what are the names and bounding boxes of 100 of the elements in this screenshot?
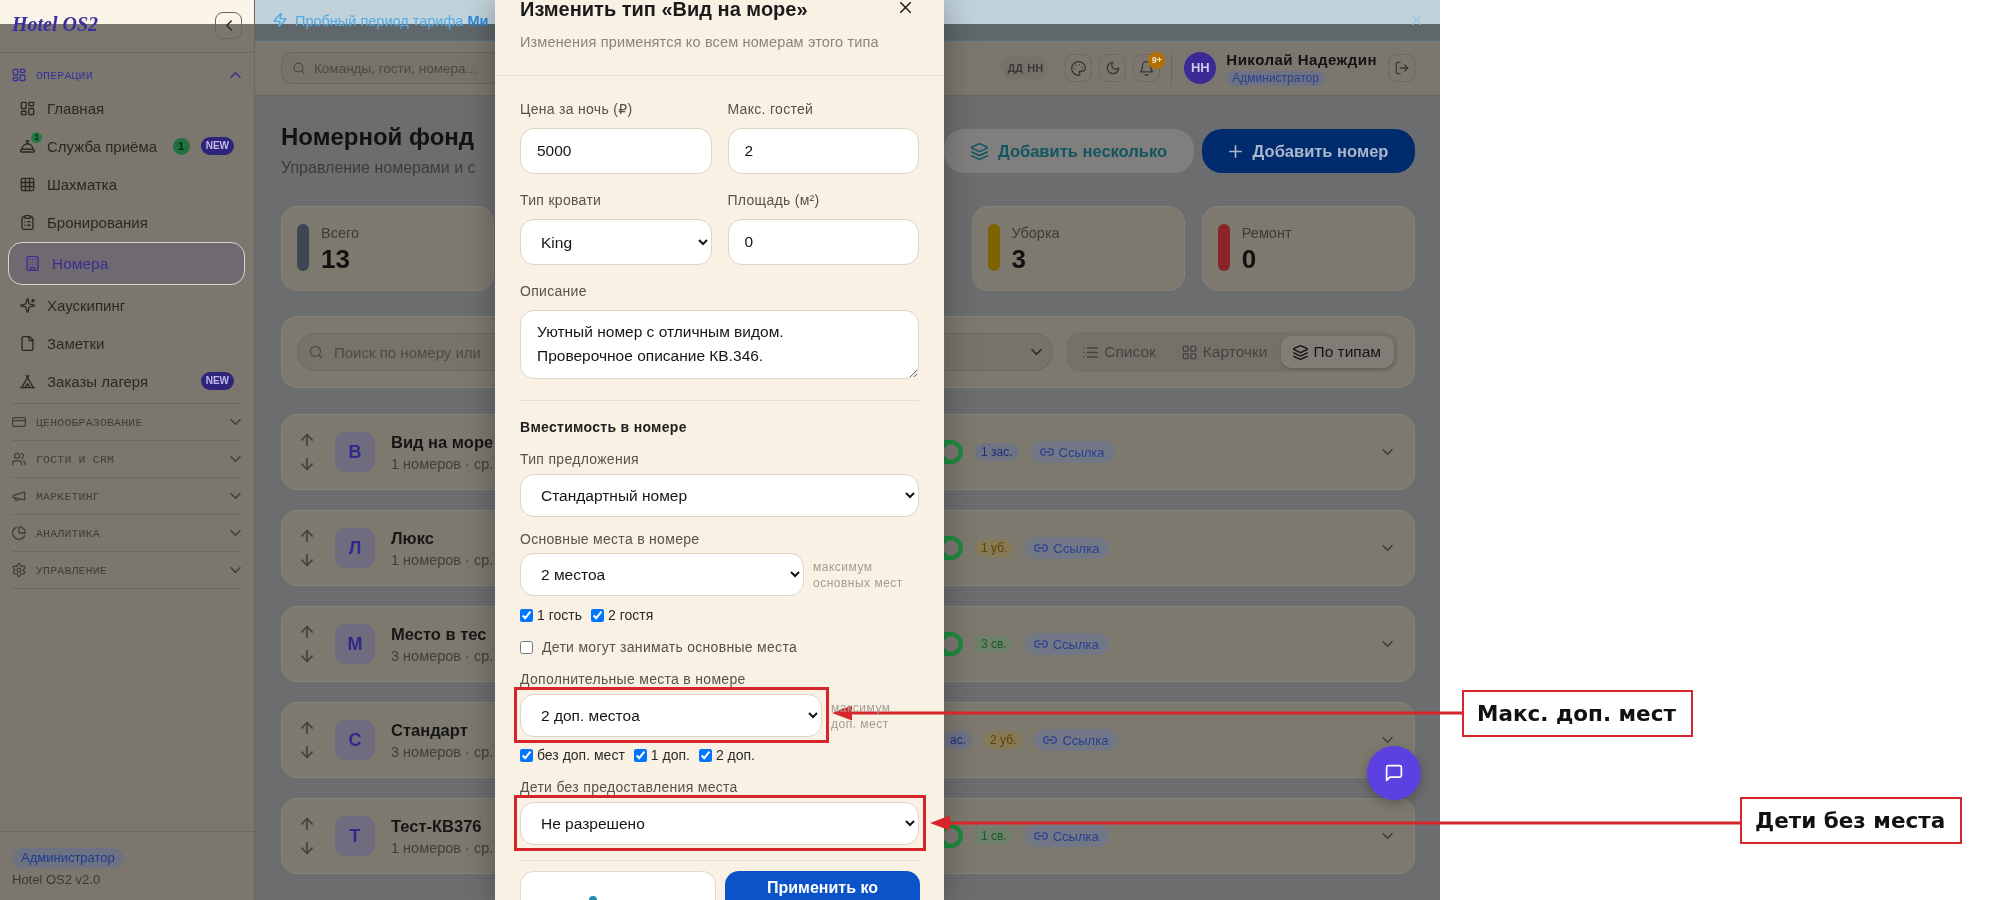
users-icon bbox=[12, 452, 26, 466]
letter-avatar: Т bbox=[335, 816, 375, 856]
room-type-name: Вид на море bbox=[391, 431, 494, 452]
nav-item[interactable]: Шахматка bbox=[8, 166, 245, 202]
megaphone-icon bbox=[12, 489, 26, 503]
chevron-down-icon bbox=[1031, 349, 1043, 355]
new-badge: NEW bbox=[200, 372, 234, 390]
add-room-button[interactable]: Добавить номер bbox=[1202, 129, 1415, 173]
room-type-name: Тест-КВ376 bbox=[391, 815, 483, 836]
nav-item[interactable]: Главная bbox=[8, 90, 245, 126]
tent-icon bbox=[20, 373, 35, 389]
arrow-down-icon[interactable] bbox=[301, 746, 313, 758]
field-label: Макс. гостей bbox=[727, 100, 814, 118]
chevron-down-icon bbox=[230, 567, 241, 573]
field-label: Основные места в номере bbox=[520, 530, 700, 548]
letter-avatar: Л bbox=[335, 528, 375, 568]
field-label: Дополнительные места в номере bbox=[520, 670, 746, 688]
link-icon bbox=[1033, 640, 1048, 648]
section-header[interactable]: ОПЕРАЦИИ bbox=[12, 61, 242, 89]
select-field[interactable]: Стандартный номер bbox=[520, 474, 919, 517]
checkbox[interactable] bbox=[520, 640, 533, 654]
field-label: Описание bbox=[520, 282, 587, 300]
checkbox[interactable] bbox=[633, 748, 647, 762]
section-header[interactable]: АНАЛИТИКА bbox=[12, 515, 242, 551]
link-button[interactable]: Ссылка bbox=[1034, 729, 1119, 751]
status-badge: 1 уб. bbox=[975, 539, 1014, 557]
search-icon bbox=[309, 345, 323, 359]
user-avatar[interactable]: НН bbox=[1184, 52, 1217, 84]
close-icon[interactable] bbox=[900, 2, 911, 13]
nav-item[interactable]: Заметки bbox=[8, 325, 245, 361]
logout-icon bbox=[1394, 61, 1409, 75]
link-button[interactable]: Ссылка bbox=[1024, 825, 1109, 847]
chevron-down-icon bbox=[230, 530, 241, 536]
chevron-down-icon[interactable] bbox=[1382, 449, 1393, 455]
input-field[interactable]: 2 bbox=[727, 128, 919, 174]
stat-label: Уборка bbox=[1011, 224, 1060, 242]
checkbox[interactable] bbox=[590, 608, 604, 622]
card-icon bbox=[12, 415, 26, 429]
nav-item[interactable]: Номера bbox=[8, 242, 245, 285]
link-icon bbox=[1039, 448, 1054, 456]
toggle-switch[interactable] bbox=[944, 440, 963, 464]
select-field[interactable]: 2 местоа bbox=[520, 553, 804, 596]
view-tab[interactable]: По типам bbox=[1280, 336, 1394, 368]
field-label: Цена за ночь (₽) bbox=[520, 100, 633, 118]
chevron-down-icon bbox=[230, 419, 241, 425]
settings-icon bbox=[12, 563, 26, 577]
checkbox-label: 2 доп. bbox=[715, 746, 755, 764]
nav-item[interactable]: Бронирования bbox=[8, 204, 245, 240]
select-field[interactable]: Не разрешено bbox=[520, 802, 919, 845]
plus-icon bbox=[1228, 144, 1242, 158]
chevron-down-icon[interactable] bbox=[1382, 545, 1393, 551]
chevron-down-icon[interactable] bbox=[1382, 641, 1393, 647]
collapse-button[interactable] bbox=[215, 12, 242, 39]
chevron-down-icon[interactable] bbox=[1382, 737, 1393, 743]
checkbox[interactable] bbox=[520, 608, 533, 622]
version-text: Hotel OS2 v2.0 bbox=[12, 872, 101, 888]
link-button[interactable]: Ссылка bbox=[1024, 633, 1109, 655]
role-badge: Администратор bbox=[12, 848, 124, 868]
checkbox[interactable] bbox=[698, 748, 712, 762]
logout-button[interactable] bbox=[1388, 54, 1415, 82]
select-field[interactable]: King bbox=[520, 219, 712, 265]
textarea-field[interactable]: Уютный номер с отличным видом. Проверочное описание КВ.346. bbox=[520, 310, 919, 379]
palette-icon bbox=[1071, 60, 1087, 76]
input-field[interactable]: 5000 bbox=[520, 128, 712, 174]
dark-mode-button[interactable] bbox=[1099, 54, 1127, 82]
toggle-switch[interactable] bbox=[944, 536, 963, 560]
chevron-left-icon bbox=[225, 20, 232, 31]
add-several-button[interactable]: Добавить несколько bbox=[944, 129, 1194, 173]
field-label: Площадь (м²) bbox=[727, 191, 820, 209]
section-header[interactable]: УПРАВЛЕНИЕ bbox=[12, 552, 242, 588]
chevron-down-icon[interactable] bbox=[1382, 833, 1393, 839]
arrow-down-icon[interactable] bbox=[301, 842, 313, 854]
link-button[interactable]: Ссылка bbox=[1030, 441, 1115, 463]
toggle-switch[interactable] bbox=[944, 632, 963, 656]
arrow-down-icon[interactable] bbox=[301, 650, 313, 662]
checkbox[interactable] bbox=[520, 748, 533, 762]
select-field[interactable]: 2 доп. местоа bbox=[520, 694, 822, 737]
nav-item[interactable]: Хаускипинг bbox=[8, 287, 245, 323]
grid-icon bbox=[1181, 344, 1197, 360]
arrow-down-icon[interactable] bbox=[301, 458, 313, 470]
status-badge: 1 св. bbox=[975, 827, 1013, 845]
layers-icon bbox=[970, 142, 988, 160]
link-button[interactable]: Ссылка bbox=[1025, 537, 1110, 559]
status-badge: ас. bbox=[944, 731, 972, 749]
checkbox-label: Дети могут занимать основные места bbox=[542, 638, 798, 656]
filter-select[interactable] bbox=[945, 333, 1054, 371]
nav-item[interactable]: 1 Служба приёма 1 NEW bbox=[8, 128, 245, 164]
status-badge: 2 уб. bbox=[984, 731, 1023, 749]
apply-button[interactable]: Применить ко bbox=[725, 871, 920, 900]
theme-button[interactable] bbox=[1065, 54, 1093, 82]
section-header[interactable]: ГОСТИ И CRM bbox=[12, 441, 242, 477]
input-field[interactable]: 0 bbox=[727, 219, 919, 265]
nav-item[interactable]: Заказы лагеря NEW bbox=[8, 363, 245, 399]
section-header[interactable]: ЦЕНООБРАЗОВАНИЕ bbox=[12, 404, 242, 440]
section-header[interactable]: МАРКЕТИНГ bbox=[12, 478, 242, 514]
checkbox-label: 2 гостя bbox=[607, 606, 654, 624]
list-icon bbox=[1083, 344, 1099, 360]
arrow-down-icon[interactable] bbox=[301, 554, 313, 566]
file-icon bbox=[20, 335, 35, 351]
status-badge: 3 св. bbox=[975, 635, 1013, 653]
